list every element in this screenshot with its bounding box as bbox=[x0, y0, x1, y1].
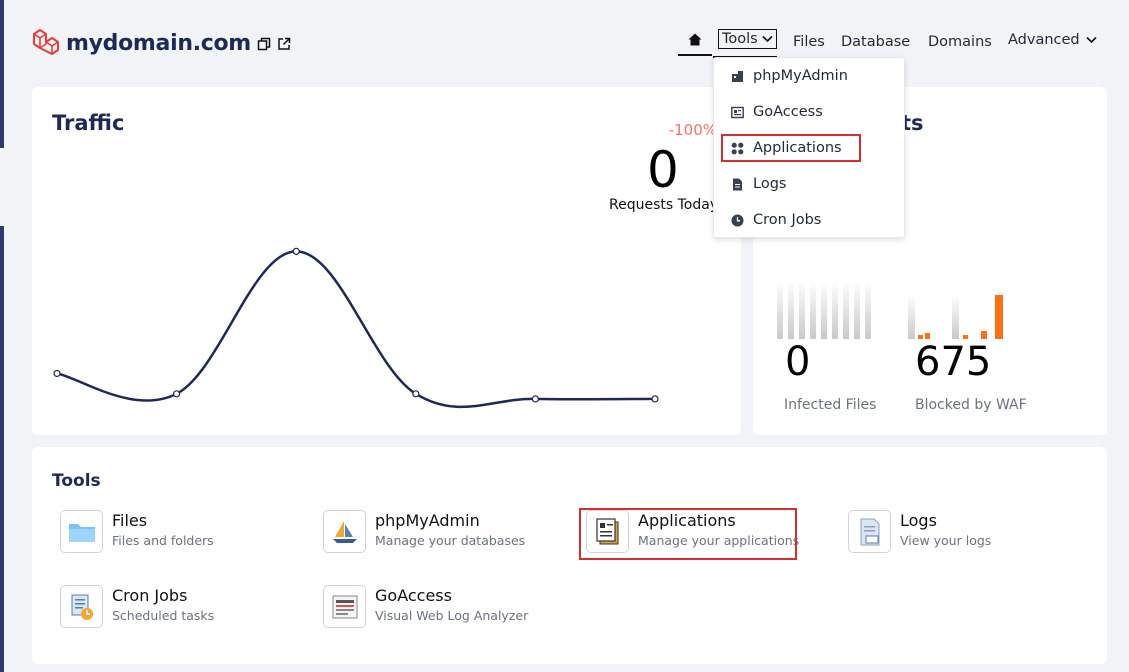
laravel-logo-icon bbox=[30, 26, 60, 60]
domain-name[interactable]: mydomain.com bbox=[66, 31, 251, 56]
nav-home[interactable] bbox=[678, 30, 712, 56]
nav-advanced-label: Advanced bbox=[1008, 32, 1080, 48]
home-icon bbox=[688, 33, 702, 50]
tool-name: GoAccess bbox=[375, 586, 452, 605]
goaccess-icon bbox=[323, 585, 366, 628]
brand: mydomain.com bbox=[30, 26, 291, 60]
tool-desc: Files and folders bbox=[112, 533, 214, 548]
blocked-by-waf-count: 675 bbox=[915, 339, 992, 385]
traffic-data-point[interactable] bbox=[531, 395, 539, 403]
phpmyadmin-icon bbox=[323, 510, 366, 553]
dropdown-item-logs[interactable]: Logs bbox=[731, 176, 786, 192]
security-sparkbars bbox=[777, 281, 1003, 339]
applications-tool-highlight bbox=[579, 508, 797, 560]
tool-desc: Scheduled tasks bbox=[112, 608, 215, 623]
tool-name: Logs bbox=[900, 511, 937, 530]
dropdown-item-cron-jobs[interactable]: Cron Jobs bbox=[731, 212, 821, 228]
nav-files[interactable]: Files bbox=[793, 34, 825, 50]
copy-icon[interactable] bbox=[257, 36, 271, 51]
nav-domains[interactable]: Domains bbox=[928, 34, 992, 50]
log-file-icon bbox=[848, 510, 891, 553]
tool-cron-jobs[interactable]: Cron Jobs Scheduled tasks bbox=[60, 585, 214, 628]
dropdown-item-label: GoAccess bbox=[753, 104, 823, 120]
blocked-by-waf-label: Blocked by WAF bbox=[915, 397, 1027, 413]
dropdown-item-phpmyadmin[interactable]: phpMyAdmin bbox=[731, 68, 848, 84]
nav-advanced[interactable]: Advanced bbox=[1008, 32, 1097, 48]
chevron-down-icon bbox=[1086, 32, 1097, 48]
tools-card: Tools Files Files and folders phpMyAdmin… bbox=[32, 447, 1107, 664]
tool-logs[interactable]: Logs View your logs bbox=[848, 510, 991, 553]
database-icon bbox=[731, 70, 744, 83]
nav-database[interactable]: Database bbox=[841, 34, 910, 50]
tool-desc: Manage your databases bbox=[375, 533, 526, 548]
dropdown-item-label: Cron Jobs bbox=[753, 212, 822, 228]
traffic-card: Traffic -100% 0 Requests Today bbox=[32, 87, 741, 435]
tool-goaccess[interactable]: GoAccess Visual Web Log Analyzer bbox=[323, 585, 528, 628]
dropdown-item-label: phpMyAdmin bbox=[753, 68, 848, 84]
tool-files[interactable]: Files Files and folders bbox=[60, 510, 214, 553]
traffic-data-point[interactable] bbox=[53, 369, 61, 378]
infected-files-label: Infected Files bbox=[784, 397, 877, 413]
cron-icon bbox=[60, 585, 103, 628]
tool-name: Files bbox=[112, 511, 148, 530]
nav-tools[interactable]: Tools bbox=[718, 29, 777, 49]
report-icon bbox=[731, 106, 744, 119]
external-link-icon[interactable] bbox=[277, 36, 291, 50]
nav-tools-label: Tools bbox=[722, 30, 758, 47]
tool-name: phpMyAdmin bbox=[375, 511, 480, 530]
dropdown-item-label: Logs bbox=[753, 176, 787, 192]
infected-files-count: 0 bbox=[785, 339, 811, 385]
file-icon bbox=[731, 178, 744, 191]
tool-desc: View your logs bbox=[900, 533, 992, 548]
tool-desc: Visual Web Log Analyzer bbox=[375, 608, 529, 623]
traffic-data-point[interactable] bbox=[173, 390, 181, 398]
traffic-chart bbox=[53, 247, 659, 409]
infected-files-bars bbox=[777, 281, 871, 339]
chevron-down-icon bbox=[762, 31, 773, 48]
traffic-data-point[interactable] bbox=[292, 247, 300, 255]
waf-bars bbox=[908, 295, 1003, 339]
traffic-data-point[interactable] bbox=[412, 390, 420, 398]
tool-phpmyadmin[interactable]: phpMyAdmin Manage your databases bbox=[323, 510, 525, 553]
traffic-series-line bbox=[56, 250, 656, 409]
tool-name: Cron Jobs bbox=[112, 586, 188, 605]
folder-icon bbox=[60, 510, 103, 553]
clock-icon bbox=[731, 214, 744, 227]
tools-title: Tools bbox=[52, 471, 101, 491]
sidebar-edge bbox=[0, 0, 4, 672]
dropdown-item-goaccess[interactable]: GoAccess bbox=[731, 104, 823, 120]
dropdown-applications-highlight bbox=[721, 134, 861, 162]
traffic-data-point[interactable] bbox=[651, 395, 659, 403]
